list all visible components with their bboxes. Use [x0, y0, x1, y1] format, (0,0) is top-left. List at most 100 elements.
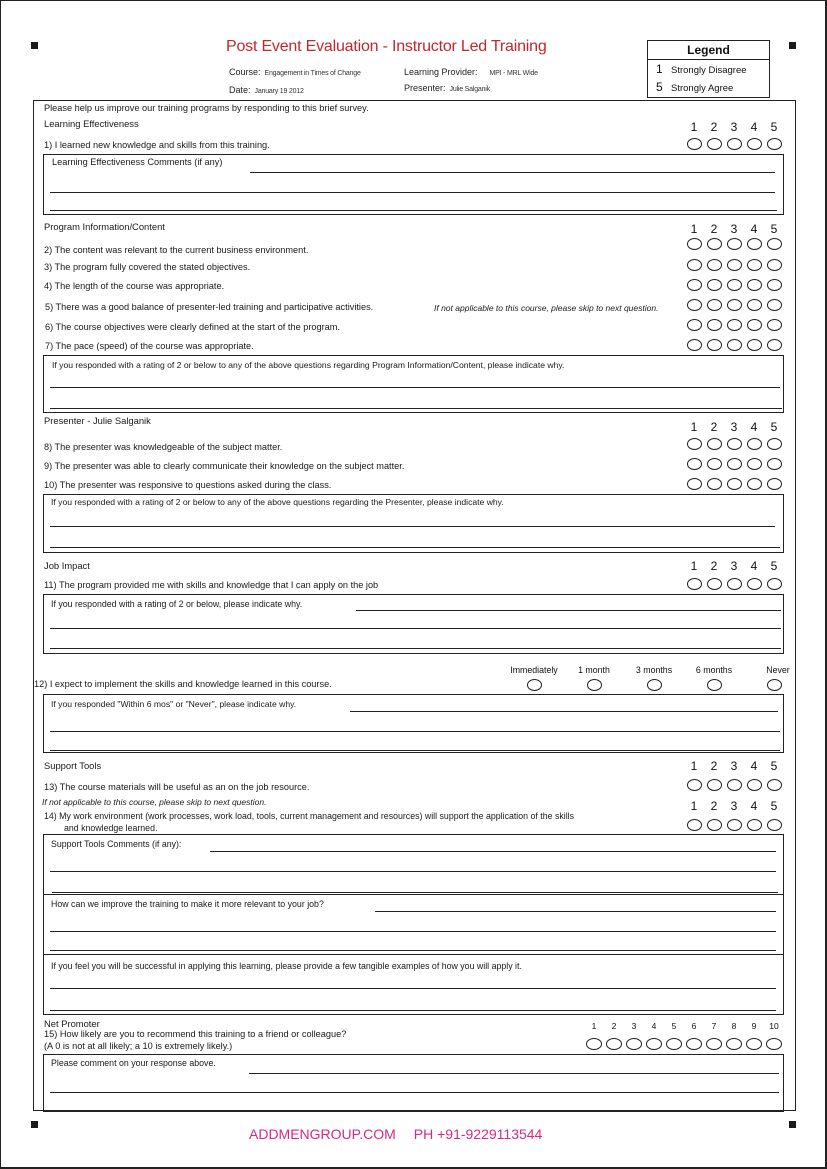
rating-option[interactable] — [707, 299, 722, 311]
rating-option[interactable] — [686, 1038, 702, 1050]
question-5-skip-note: If not applicable to this course, please… — [434, 303, 659, 313]
comment-box-program[interactable]: If you responded with a rating of 2 or b… — [43, 355, 784, 413]
rating-option[interactable] — [746, 1038, 762, 1050]
rating-option[interactable] — [707, 438, 722, 450]
rating-option[interactable] — [707, 458, 722, 470]
rating-option[interactable] — [747, 259, 762, 271]
radio-never[interactable] — [767, 679, 782, 691]
rating-option[interactable] — [767, 819, 782, 831]
rating-option[interactable] — [727, 458, 742, 470]
rating-option[interactable] — [687, 478, 702, 490]
rating-option[interactable] — [747, 458, 762, 470]
rating-option[interactable] — [747, 339, 762, 351]
rating-option[interactable] — [747, 138, 762, 150]
rating-option[interactable] — [687, 138, 702, 150]
section-title-program: Program Information/Content — [44, 221, 165, 232]
radio-6-months[interactable] — [707, 679, 722, 691]
rating-option[interactable] — [687, 339, 702, 351]
rating-option[interactable] — [707, 259, 722, 271]
rating-option[interactable] — [707, 339, 722, 351]
rating-option[interactable] — [747, 819, 762, 831]
rating-option[interactable] — [727, 259, 742, 271]
rating-option[interactable] — [687, 238, 702, 250]
rating-option[interactable] — [707, 478, 722, 490]
rating-option[interactable] — [767, 319, 782, 331]
rating-q15 — [586, 1038, 786, 1050]
radio-3-months[interactable] — [647, 679, 662, 691]
scale-number: 4 — [651, 1021, 657, 1031]
rating-option[interactable] — [727, 299, 742, 311]
rating-option[interactable] — [727, 779, 742, 791]
section-title-learning: Learning Effectiveness — [44, 118, 139, 129]
radio-1-month[interactable] — [587, 679, 602, 691]
rating-option[interactable] — [747, 779, 762, 791]
comment-box-support-tools[interactable]: Support Tools Comments (if any): — [43, 834, 784, 895]
rating-option[interactable] — [687, 438, 702, 450]
rating-option[interactable] — [766, 1038, 782, 1050]
rating-option[interactable] — [707, 819, 722, 831]
rating-option[interactable] — [767, 279, 782, 291]
write-line — [50, 628, 781, 629]
rating-option[interactable] — [726, 1038, 742, 1050]
rating-option[interactable] — [767, 478, 782, 490]
rating-option[interactable] — [747, 319, 762, 331]
rating-option[interactable] — [687, 578, 702, 590]
rating-option[interactable] — [727, 138, 742, 150]
rating-option[interactable] — [666, 1038, 682, 1050]
rating-option[interactable] — [747, 238, 762, 250]
rating-option[interactable] — [767, 779, 782, 791]
comment-box-improve[interactable]: How can we improve the training to make … — [43, 894, 784, 955]
comment-box-apply[interactable]: If you feel you will be successful in ap… — [43, 954, 784, 1015]
rating-option[interactable] — [767, 339, 782, 351]
rating-option[interactable] — [747, 578, 762, 590]
rating-option[interactable] — [767, 138, 782, 150]
rating-option[interactable] — [767, 299, 782, 311]
rating-option[interactable] — [687, 279, 702, 291]
rating-option[interactable] — [626, 1038, 642, 1050]
rating-option[interactable] — [727, 819, 742, 831]
rating-option[interactable] — [727, 438, 742, 450]
rating-option[interactable] — [687, 458, 702, 470]
rating-option[interactable] — [727, 319, 742, 331]
scale-header: 12345 — [684, 799, 784, 813]
rating-option[interactable] — [687, 299, 702, 311]
rating-option[interactable] — [707, 578, 722, 590]
scale-number: 3 — [730, 120, 738, 134]
rating-option[interactable] — [747, 438, 762, 450]
rating-option[interactable] — [727, 279, 742, 291]
rating-option[interactable] — [707, 319, 722, 331]
comment-box-job-impact[interactable]: If you responded with a rating of 2 or b… — [43, 594, 784, 654]
comment-box-implement[interactable]: If you responded "Within 6 mos" or "Neve… — [43, 694, 784, 753]
rating-option[interactable] — [687, 259, 702, 271]
rating-option[interactable] — [727, 238, 742, 250]
rating-option[interactable] — [687, 819, 702, 831]
rating-option[interactable] — [767, 578, 782, 590]
rating-option[interactable] — [706, 1038, 722, 1050]
comment-box-learning[interactable]: Learning Effectiveness Comments (if any) — [43, 154, 784, 215]
rating-option[interactable] — [707, 238, 722, 250]
rating-option[interactable] — [727, 339, 742, 351]
rating-option[interactable] — [747, 279, 762, 291]
rating-option[interactable] — [687, 319, 702, 331]
write-line — [52, 892, 778, 893]
comment-box-net-promoter[interactable]: Please comment on your response above. — [43, 1054, 784, 1112]
radio-immediately[interactable] — [527, 679, 542, 691]
rating-option[interactable] — [747, 478, 762, 490]
question-12: 12) I expect to implement the skills and… — [34, 679, 332, 689]
rating-option[interactable] — [767, 259, 782, 271]
rating-option[interactable] — [727, 578, 742, 590]
rating-option[interactable] — [767, 238, 782, 250]
rating-option[interactable] — [707, 779, 722, 791]
rating-option[interactable] — [727, 478, 742, 490]
rating-option[interactable] — [767, 458, 782, 470]
rating-option[interactable] — [767, 438, 782, 450]
rating-option[interactable] — [586, 1038, 602, 1050]
rating-option[interactable] — [606, 1038, 622, 1050]
comment-box-presenter[interactable]: If you responded with a rating of 2 or b… — [43, 494, 784, 553]
rating-option[interactable] — [707, 138, 722, 150]
scale-number: 4 — [750, 222, 758, 236]
rating-option[interactable] — [687, 779, 702, 791]
rating-option[interactable] — [707, 279, 722, 291]
rating-option[interactable] — [646, 1038, 662, 1050]
rating-option[interactable] — [747, 299, 762, 311]
